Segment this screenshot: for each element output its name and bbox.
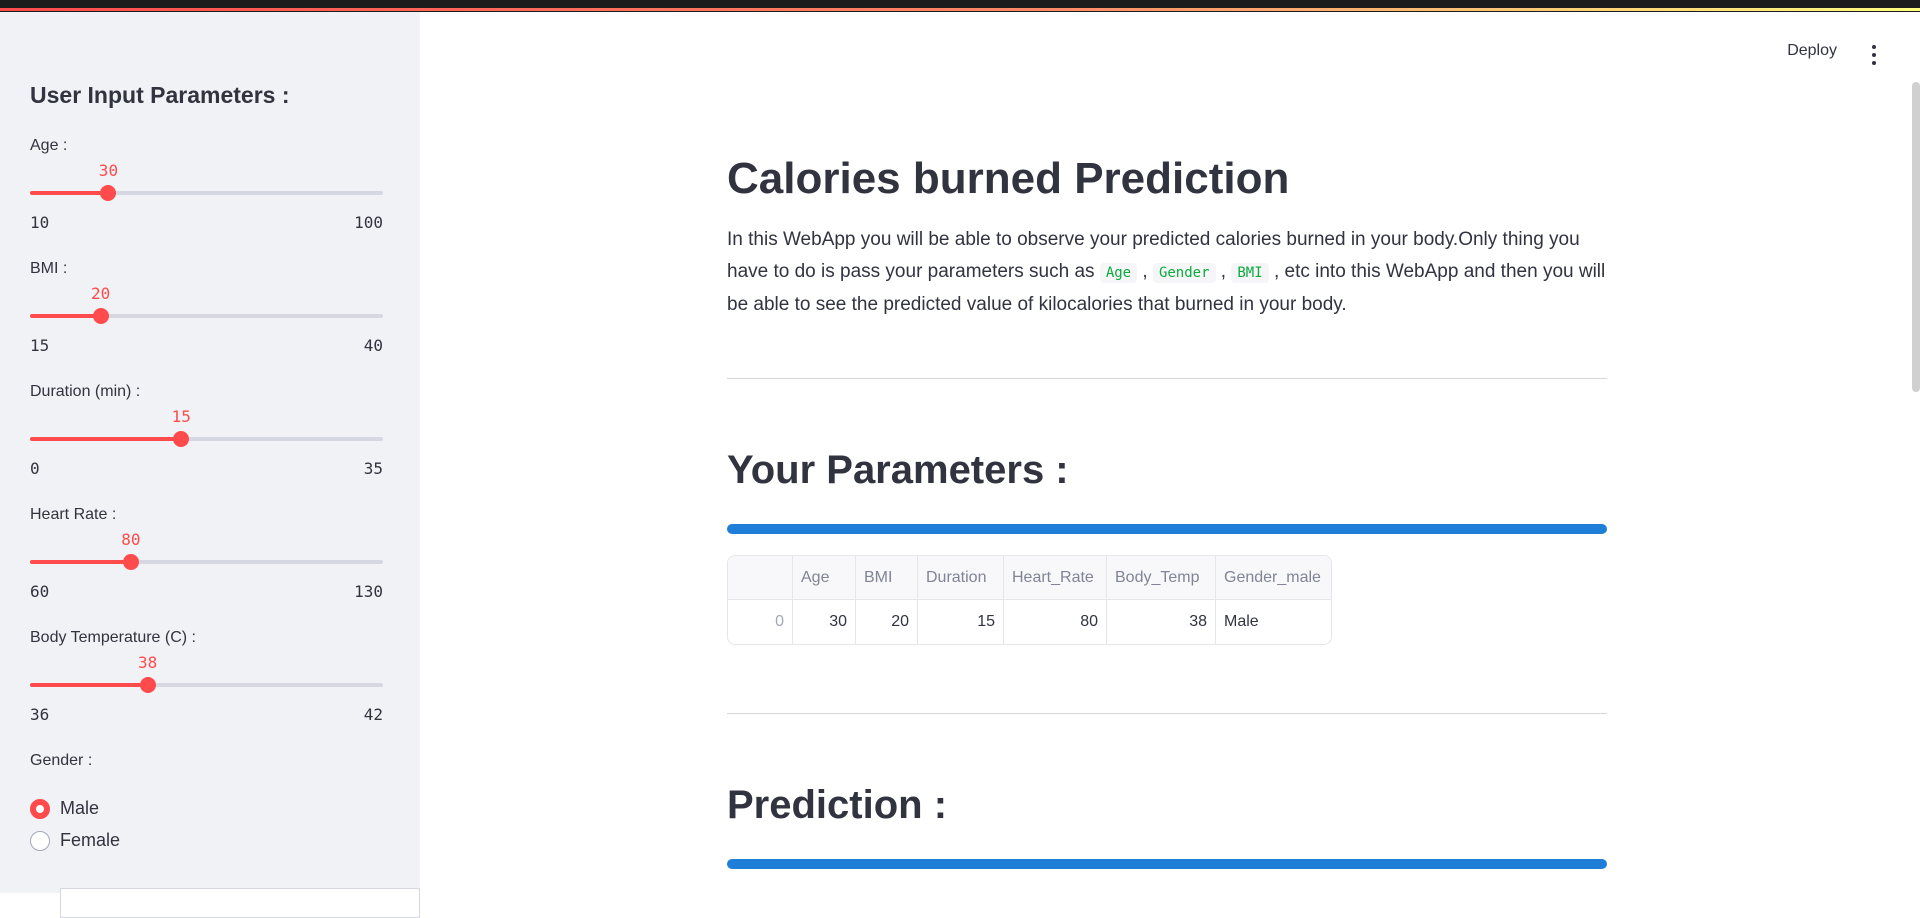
duration-slider-fill: [30, 437, 182, 441]
heart-rate-slider[interactable]: Heart Rate : 80 60 130: [30, 506, 383, 616]
code-age: Age: [1099, 263, 1138, 283]
age-slider-fill: [30, 191, 109, 195]
gender-option-female[interactable]: Female: [30, 830, 120, 851]
page-title: Calories burned Prediction: [727, 154, 1290, 203]
duration-slider[interactable]: Duration (min) : 15 0 35: [30, 383, 383, 493]
duration-slider-label: Duration (min) :: [30, 383, 141, 400]
body-temp-slider-label: Body Temperature (C) :: [30, 629, 196, 646]
bmi-slider-label: BMI :: [30, 260, 68, 277]
duration-slider-track[interactable]: [30, 437, 383, 441]
parameters-heading: Your Parameters :: [727, 448, 1069, 492]
table-cell: 38: [1189, 613, 1207, 630]
bmi-slider-thumb[interactable]: [92, 308, 109, 324]
table-column-age: Age 30: [793, 556, 856, 644]
table-column-gender-male: Gender_male Male: [1216, 556, 1331, 644]
body-temp-slider[interactable]: Body Temperature (C) : 38 36 42: [30, 629, 383, 739]
gender-label: Gender :: [30, 752, 93, 769]
age-slider-thumb[interactable]: [100, 185, 117, 201]
app-top-decoration: [0, 0, 1920, 12]
heart-rate-slider-min: 60: [30, 582, 50, 601]
heart-rate-slider-track[interactable]: [30, 560, 383, 564]
table-cell: 20: [891, 613, 909, 630]
table-column-body-temp: Body_Temp 38: [1107, 556, 1216, 644]
table-cell: 15: [977, 613, 995, 630]
heart-rate-slider-fill: [30, 560, 131, 564]
bmi-slider-fill: [30, 314, 101, 318]
duration-slider-min: 0: [30, 459, 40, 478]
duration-slider-value: 15: [171, 407, 191, 426]
scrollbar[interactable]: [1912, 82, 1920, 392]
sidebar-title: User Input Parameters :: [30, 82, 290, 108]
table-header-cell: Duration: [918, 556, 1003, 600]
table-cell: 80: [1080, 613, 1098, 630]
body-temp-slider-min: 36: [30, 705, 50, 724]
age-slider-max: 100: [354, 213, 383, 232]
table-header-cell: Age: [793, 556, 855, 600]
duration-slider-max: 35: [363, 459, 383, 478]
body-temp-slider-fill: [30, 683, 148, 687]
description-separator: ,: [1215, 261, 1232, 282]
table-cell: 30: [829, 613, 847, 630]
progress-bar: [727, 524, 1607, 534]
parameters-table: 0 Age 30 BMI 20 Duration 15 Heart_Rate 8…: [727, 555, 1332, 645]
section-divider: [727, 378, 1607, 379]
gender-option-label: Female: [60, 830, 121, 850]
sidebar: User Input Parameters : Age : 30 10 100 …: [0, 12, 420, 918]
bmi-slider-min: 15: [30, 336, 50, 355]
progress-bar: [727, 859, 1607, 869]
bmi-slider[interactable]: BMI : 20 15 40: [30, 260, 383, 370]
body-temp-slider-max: 42: [363, 705, 383, 724]
page-description: In this WebApp you will be able to obser…: [727, 224, 1607, 321]
prediction-heading: Prediction :: [727, 783, 948, 827]
gender-option-label: Male: [60, 798, 100, 818]
table-header-cell: Gender_male: [1216, 556, 1331, 600]
table-column-heart-rate: Heart_Rate 80: [1004, 556, 1107, 644]
table-header-cell: [728, 556, 792, 600]
body-temp-slider-thumb[interactable]: [139, 677, 156, 693]
section-divider: [727, 713, 1607, 714]
kebab-vertical-icon[interactable]: [1870, 45, 1878, 65]
radio-unchecked-icon[interactable]: [30, 830, 50, 851]
age-slider-track[interactable]: [30, 191, 383, 195]
table-header-cell: Body_Temp: [1107, 556, 1215, 600]
table-header-cell: BMI: [856, 556, 917, 600]
table-cell: 0: [775, 613, 784, 630]
radio-checked-icon[interactable]: [30, 798, 50, 819]
gender-option-male[interactable]: Male: [30, 798, 99, 819]
main-area: Deploy Calories burned Prediction In thi…: [420, 12, 1920, 893]
table-column-index: 0: [728, 556, 793, 644]
code-gender: Gender: [1152, 263, 1216, 283]
heart-rate-slider-thumb[interactable]: [122, 554, 139, 570]
bmi-slider-track[interactable]: [30, 314, 383, 318]
age-slider-value: 30: [98, 161, 119, 180]
table-cell: Male: [1224, 613, 1259, 630]
bmi-slider-value: 20: [90, 284, 111, 303]
table-column-duration: Duration 15: [918, 556, 1004, 644]
age-slider-min: 10: [30, 213, 50, 232]
age-slider[interactable]: Age : 30 10 100: [30, 137, 383, 247]
body-temp-slider-value: 38: [138, 653, 158, 672]
table-column-bmi: BMI 20: [856, 556, 918, 644]
table-header-cell: Heart_Rate: [1004, 556, 1106, 600]
age-slider-label: Age :: [30, 137, 68, 154]
heart-rate-slider-label: Heart Rate :: [30, 506, 117, 523]
body-temp-slider-track[interactable]: [30, 683, 383, 687]
duration-slider-thumb[interactable]: [173, 431, 190, 447]
description-separator: ,: [1137, 261, 1153, 282]
deploy-button[interactable]: Deploy: [1787, 42, 1837, 60]
bmi-slider-max: 40: [363, 336, 383, 355]
heart-rate-slider-value: 80: [121, 530, 141, 549]
heart-rate-slider-max: 130: [354, 582, 383, 601]
code-bmi: BMI: [1231, 263, 1269, 283]
